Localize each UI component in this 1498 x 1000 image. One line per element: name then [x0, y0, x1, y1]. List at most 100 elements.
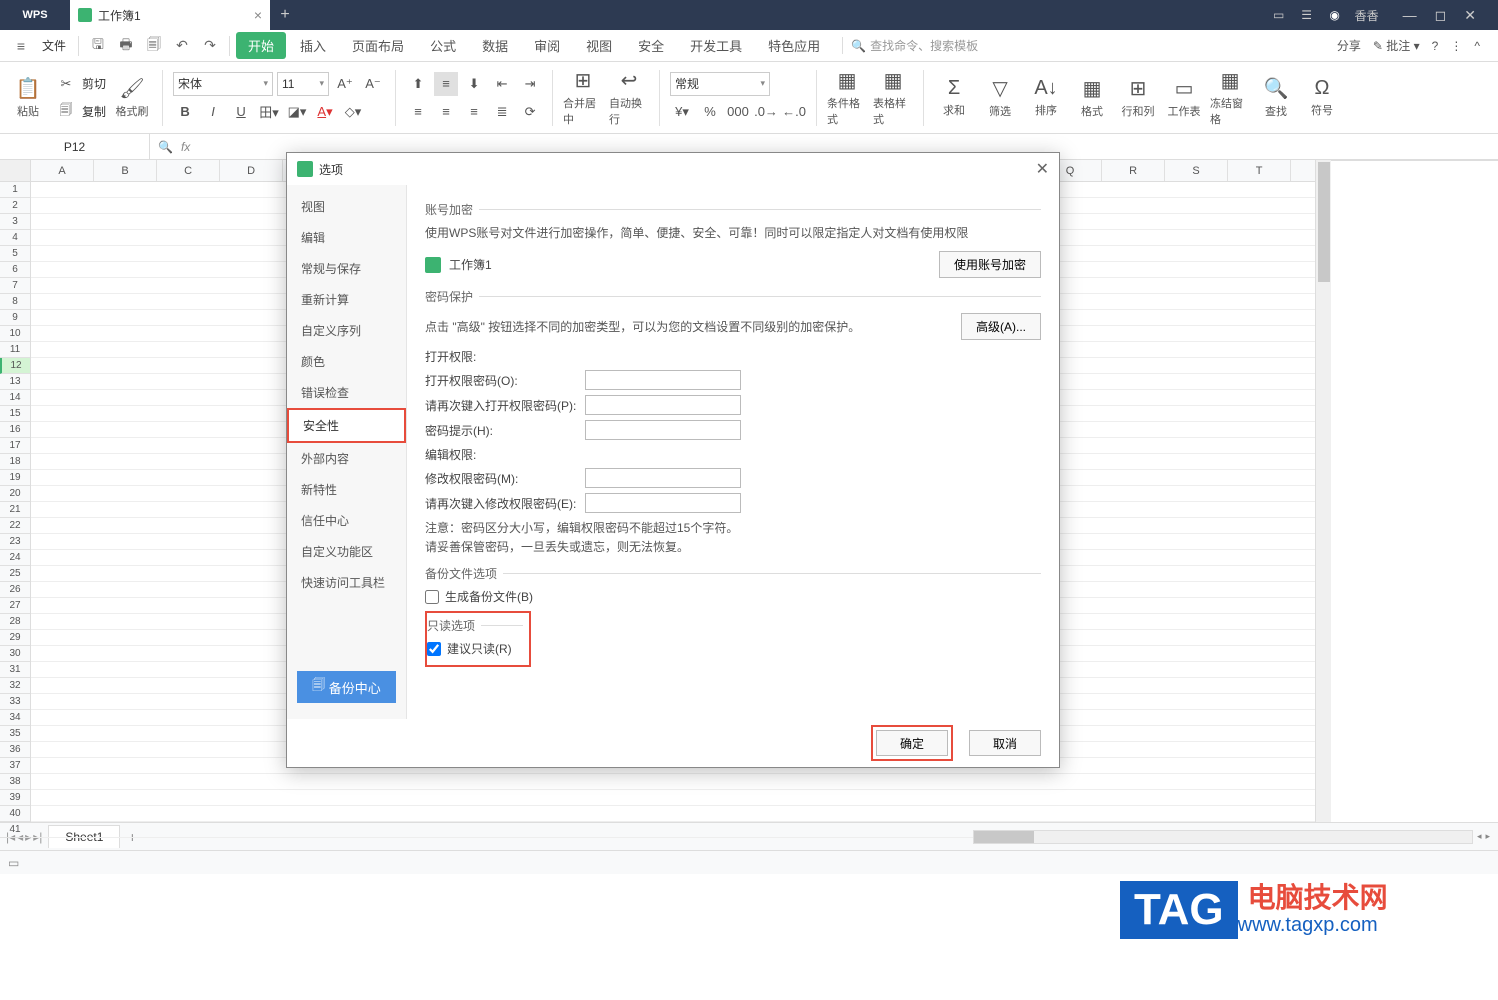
row-header[interactable]: 24 — [0, 550, 30, 566]
command-search[interactable]: 🔍 查找命令、搜索模板 — [842, 37, 978, 54]
align-left-icon[interactable]: ≡ — [406, 100, 430, 124]
sidebar-item-custom-lists[interactable]: 自定义序列 — [287, 315, 406, 346]
tab-start[interactable]: 开始 — [236, 32, 286, 59]
font-family-select[interactable]: 宋体▾ — [173, 72, 273, 96]
indent-decrease-icon[interactable]: ⇤ — [490, 72, 514, 96]
column-header[interactable]: B — [94, 160, 157, 181]
comment-button[interactable]: ✎ 批注 ▾ — [1373, 37, 1420, 54]
fx-icon[interactable]: fx — [181, 140, 190, 154]
row-header[interactable]: 18 — [0, 454, 30, 470]
rowcol-button[interactable]: ⊞行和列 — [1118, 68, 1158, 128]
row-header[interactable]: 28 — [0, 614, 30, 630]
sidebar-item-color[interactable]: 颜色 — [287, 346, 406, 377]
scroll-right-icon[interactable]: ▸ — [1485, 831, 1490, 842]
row-header[interactable]: 23 — [0, 534, 30, 550]
sidebar-item-quick-access[interactable]: 快速访问工具栏 — [287, 567, 406, 598]
comma-icon[interactable]: 000 — [726, 100, 750, 124]
tab-developer[interactable]: 开发工具 — [678, 32, 754, 59]
decrease-decimal-icon[interactable]: ←.0 — [782, 100, 806, 124]
row-header[interactable]: 35 — [0, 726, 30, 742]
row-header[interactable]: 10 — [0, 326, 30, 342]
row-header[interactable]: 26 — [0, 582, 30, 598]
advanced-button[interactable]: 高级(A)... — [961, 313, 1041, 340]
column-header[interactable]: S — [1165, 160, 1228, 181]
align-right-icon[interactable]: ≡ — [462, 100, 486, 124]
minimize-icon[interactable]: — — [1403, 7, 1417, 24]
number-format-select[interactable]: 常规▾ — [670, 72, 770, 96]
filter-button[interactable]: ▽筛选 — [980, 68, 1020, 128]
maximize-icon[interactable]: ◻ — [1435, 7, 1447, 24]
align-top-icon[interactable]: ⬆ — [406, 72, 430, 96]
sidebar-item-error-check[interactable]: 错误检查 — [287, 377, 406, 408]
row-header[interactable]: 21 — [0, 502, 30, 518]
tab-page-layout[interactable]: 页面布局 — [340, 32, 416, 59]
row-header[interactable]: 1 — [0, 182, 30, 198]
find-button[interactable]: 🔍查找 — [1256, 68, 1296, 128]
undo-icon[interactable]: ↶ — [169, 33, 195, 59]
wrap-button[interactable]: ↩自动换行 — [609, 68, 649, 128]
vertical-scrollbar[interactable] — [1315, 160, 1331, 822]
symbol-button[interactable]: Ω符号 — [1302, 68, 1342, 128]
row-header[interactable]: 17 — [0, 438, 30, 454]
messages-icon[interactable]: ☰ — [1299, 7, 1315, 23]
orientation-icon[interactable]: ⟳ — [518, 100, 542, 124]
font-color-icon[interactable]: A▾ — [313, 100, 337, 124]
backup-center-button[interactable]: 🗐 备份中心 — [297, 671, 396, 703]
open-password-confirm-input[interactable] — [585, 395, 741, 415]
add-tab-button[interactable]: + — [270, 0, 300, 30]
tab-special[interactable]: 特色应用 — [756, 32, 832, 59]
row-header[interactable]: 36 — [0, 742, 30, 758]
menu-icon[interactable]: ≡ — [8, 33, 34, 59]
status-icon[interactable]: ▭ — [8, 856, 19, 870]
close-icon[interactable]: × — [254, 7, 262, 23]
row-header[interactable]: 38 — [0, 774, 30, 790]
open-password-input[interactable] — [585, 370, 741, 390]
row-header[interactable]: 40 — [0, 806, 30, 822]
collapse-ribbon-icon[interactable]: ^ — [1474, 39, 1480, 53]
share-button[interactable]: 分享 — [1337, 37, 1361, 54]
row-header[interactable]: 41 — [0, 822, 30, 838]
highlight-icon[interactable]: ◇▾ — [341, 100, 365, 124]
paste-button[interactable]: 📋粘贴 — [8, 68, 48, 128]
row-header[interactable]: 29 — [0, 630, 30, 646]
decrease-font-icon[interactable]: A⁻ — [361, 72, 385, 96]
row-header[interactable]: 39 — [0, 790, 30, 806]
worksheet-button[interactable]: ▭工作表 — [1164, 68, 1204, 128]
sort-button[interactable]: A↓排序 — [1026, 68, 1066, 128]
indent-increase-icon[interactable]: ⇥ — [518, 72, 542, 96]
format-painter-button[interactable]: 🖌格式刷 — [112, 68, 152, 128]
row-header[interactable]: 15 — [0, 406, 30, 422]
select-all-corner[interactable] — [0, 160, 30, 182]
column-header[interactable]: T — [1228, 160, 1291, 181]
align-center-icon[interactable]: ≡ — [434, 100, 458, 124]
horizontal-scrollbar[interactable] — [973, 830, 1473, 844]
tab-view[interactable]: 视图 — [574, 32, 624, 59]
gen-backup-checkbox[interactable] — [425, 590, 439, 604]
help-icon[interactable]: ? — [1432, 39, 1439, 53]
copy-icon[interactable]: 🗐 — [54, 100, 78, 124]
print-icon[interactable]: 🖶 — [113, 33, 139, 59]
row-header[interactable]: 33 — [0, 694, 30, 710]
edit-password-confirm-input[interactable] — [585, 493, 741, 513]
sidebar-item-external[interactable]: 外部内容 — [287, 443, 406, 474]
row-header[interactable]: 4 — [0, 230, 30, 246]
italic-icon[interactable]: I — [201, 100, 225, 124]
row-header[interactable]: 5 — [0, 246, 30, 262]
use-account-encrypt-button[interactable]: 使用账号加密 — [939, 251, 1041, 278]
save-icon[interactable]: 🖫 — [85, 33, 111, 59]
more-icon[interactable]: ⋮ — [1450, 39, 1462, 53]
row-header[interactable]: 8 — [0, 294, 30, 310]
column-header[interactable]: R — [1102, 160, 1165, 181]
row-header[interactable]: 13 — [0, 374, 30, 390]
align-bottom-icon[interactable]: ⬇ — [462, 72, 486, 96]
tab-security[interactable]: 安全 — [626, 32, 676, 59]
row-header[interactable]: 32 — [0, 678, 30, 694]
edit-password-input[interactable] — [585, 468, 741, 488]
row-header[interactable]: 20 — [0, 486, 30, 502]
row-header[interactable]: 12 — [0, 358, 30, 374]
sidebar-item-general[interactable]: 常规与保存 — [287, 253, 406, 284]
freeze-button[interactable]: ▦冻结窗格 — [1210, 68, 1250, 128]
row-header[interactable]: 6 — [0, 262, 30, 278]
row-header[interactable]: 3 — [0, 214, 30, 230]
row-header[interactable]: 22 — [0, 518, 30, 534]
